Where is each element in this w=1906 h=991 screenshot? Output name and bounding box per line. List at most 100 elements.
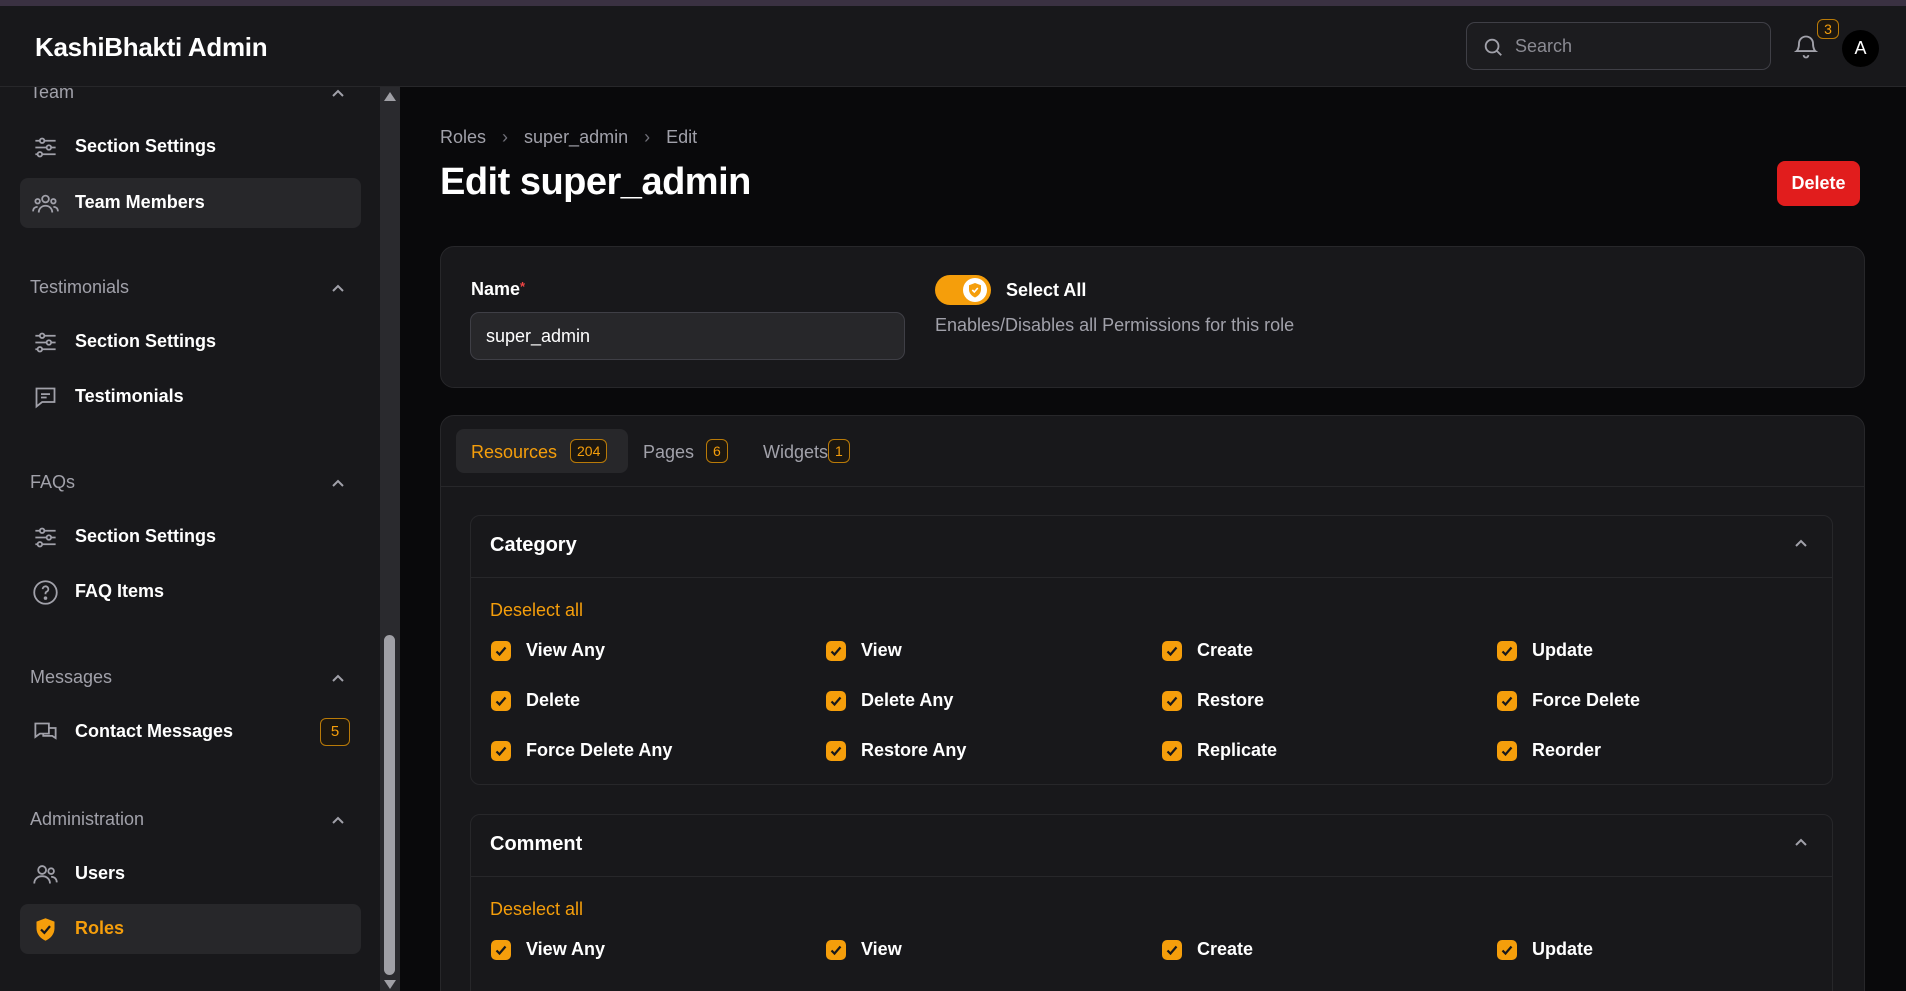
tabs-divider: [441, 486, 1865, 487]
tab-count-badge: 6: [706, 439, 728, 463]
sliders-icon: [35, 527, 56, 548]
search-box[interactable]: [1466, 22, 1771, 70]
tab-widgets[interactable]: Widgets 1: [748, 429, 878, 473]
sidebar-group-team[interactable]: Team: [30, 87, 74, 103]
unread-count-badge: 5: [320, 718, 350, 746]
chevron-right-icon: ›: [644, 127, 651, 147]
sidebar-item-testimonials[interactable]: Testimonials: [20, 372, 361, 422]
breadcrumb-role[interactable]: super_admin: [524, 127, 628, 148]
sidebar-item-label: Section Settings: [75, 526, 217, 546]
top-bar: KashiBhakti Admin 3 A: [0, 6, 1906, 87]
search-input[interactable]: [1515, 23, 1755, 69]
deselect-all-link[interactable]: Deselect all: [490, 600, 583, 621]
select-all-hint: Enables/Disables all Permissions for thi…: [935, 315, 1295, 335]
sidebar: Team Section Settings Team Members Testi…: [0, 87, 380, 991]
checkbox-checked-icon[interactable]: [491, 741, 511, 761]
section-title[interactable]: Category: [490, 534, 577, 557]
sidebar-item-label: Section Settings: [75, 331, 217, 351]
section-divider: [471, 577, 1832, 578]
chevron-up-icon[interactable]: [330, 283, 346, 293]
permission-label: Replicate: [1197, 740, 1278, 760]
checkbox-checked-icon[interactable]: [491, 691, 511, 711]
section-divider: [471, 876, 1832, 877]
bell-icon[interactable]: [1792, 32, 1820, 62]
question-circle-icon: [33, 580, 58, 605]
chevron-up-icon[interactable]: [1793, 837, 1809, 847]
section-title[interactable]: Comment: [490, 833, 582, 856]
sidebar-item-users[interactable]: Users: [20, 849, 361, 899]
chevron-up-icon[interactable]: [1793, 538, 1809, 548]
checkbox-checked-icon[interactable]: [826, 940, 846, 960]
checkbox-checked-icon[interactable]: [826, 741, 846, 761]
scroll-down-arrow-icon[interactable]: [384, 980, 396, 989]
permission-label: View Any: [526, 640, 606, 660]
sidebar-item-testimonials-section-settings[interactable]: Section Settings: [20, 317, 361, 367]
chevron-up-icon[interactable]: [330, 815, 346, 825]
permissions-card: Resources 204 Pages 6 Widgets 1 Category…: [440, 415, 1865, 991]
chevron-up-icon[interactable]: [330, 88, 346, 98]
tab-label: Resources: [471, 442, 558, 462]
checkbox-checked-icon[interactable]: [491, 641, 511, 661]
checkbox-checked-icon[interactable]: [1497, 741, 1517, 761]
permission-label: View: [861, 939, 902, 959]
select-all-toggle[interactable]: [935, 275, 991, 305]
breadcrumb: Roles › super_admin › Edit: [440, 127, 697, 148]
checkbox-checked-icon[interactable]: [826, 641, 846, 661]
sidebar-item-label: Contact Messages: [75, 721, 234, 741]
name-label-text: Name: [471, 279, 521, 299]
sidebar-group-testimonials[interactable]: Testimonials: [30, 277, 129, 298]
users-group-icon: [32, 194, 59, 213]
sidebar-scrollbar[interactable]: [380, 87, 400, 991]
permission-label: Update: [1532, 640, 1594, 660]
permission-label: Delete Any: [861, 690, 954, 710]
checkbox-checked-icon[interactable]: [1497, 691, 1517, 711]
checkbox-checked-icon[interactable]: [1162, 940, 1182, 960]
sidebar-item-roles[interactable]: Roles: [20, 904, 361, 954]
chevron-up-icon[interactable]: [330, 673, 346, 683]
checkbox-checked-icon[interactable]: [826, 691, 846, 711]
checkbox-checked-icon[interactable]: [1497, 641, 1517, 661]
tab-pages[interactable]: Pages 6: [628, 429, 748, 473]
chat-bubble-icon: [35, 387, 56, 409]
sidebar-item-team-section-settings[interactable]: Section Settings: [20, 122, 361, 172]
checkbox-checked-icon[interactable]: [491, 940, 511, 960]
sidebar-group-administration[interactable]: Administration: [30, 809, 144, 830]
sidebar-group-messages[interactable]: Messages: [30, 667, 112, 688]
page-title: Edit super_admin: [440, 161, 751, 203]
sliders-icon: [35, 137, 56, 158]
name-field[interactable]: [470, 312, 905, 360]
sidebar-group-faqs[interactable]: FAQs: [30, 472, 75, 493]
deselect-all-link[interactable]: Deselect all: [490, 899, 583, 920]
checkbox-checked-icon[interactable]: [1162, 691, 1182, 711]
search-icon: [1484, 38, 1502, 56]
select-all-label: Select All: [1006, 280, 1087, 300]
sidebar-item-contact-messages[interactable]: Contact Messages 5: [20, 707, 361, 757]
checkbox-checked-icon[interactable]: [1162, 641, 1182, 661]
permission-label: Restore Any: [861, 740, 967, 760]
permission-section-category: Category Deselect all View Any View Crea…: [470, 515, 1833, 785]
shield-check-icon: [36, 918, 55, 941]
delete-button[interactable]: Delete: [1777, 161, 1860, 206]
tab-resources[interactable]: Resources 204: [456, 429, 628, 473]
sidebar-item-label: FAQ Items: [75, 581, 165, 601]
chevron-up-icon[interactable]: [330, 478, 346, 488]
scroll-up-arrow-icon[interactable]: [384, 92, 396, 101]
tab-count-badge: 1: [828, 439, 850, 463]
checkbox-checked-icon[interactable]: [1162, 741, 1182, 761]
sidebar-item-team-members[interactable]: Team Members: [20, 178, 361, 228]
name-label: Name*: [471, 279, 525, 300]
avatar[interactable]: A: [1842, 30, 1879, 67]
permission-label: Create: [1197, 939, 1254, 959]
sidebar-item-faqs-section-settings[interactable]: Section Settings: [20, 512, 361, 562]
sidebar-item-label: Testimonials: [75, 386, 184, 406]
sidebar-item-label: Section Settings: [75, 136, 217, 156]
sidebar-item-faq-items[interactable]: FAQ Items: [20, 567, 361, 617]
permission-label: Create: [1197, 640, 1254, 660]
checkbox-checked-icon[interactable]: [1497, 940, 1517, 960]
scrollbar-thumb[interactable]: [384, 635, 395, 975]
permission-section-comment: Comment Deselect all View Any View Creat…: [470, 814, 1833, 991]
breadcrumb-roles[interactable]: Roles: [440, 127, 486, 148]
app-title[interactable]: KashiBhakti Admin: [35, 32, 268, 63]
main-content: Roles › super_admin › Edit Edit super_admin …: [400, 87, 1906, 991]
permission-label: Reorder: [1532, 740, 1602, 760]
